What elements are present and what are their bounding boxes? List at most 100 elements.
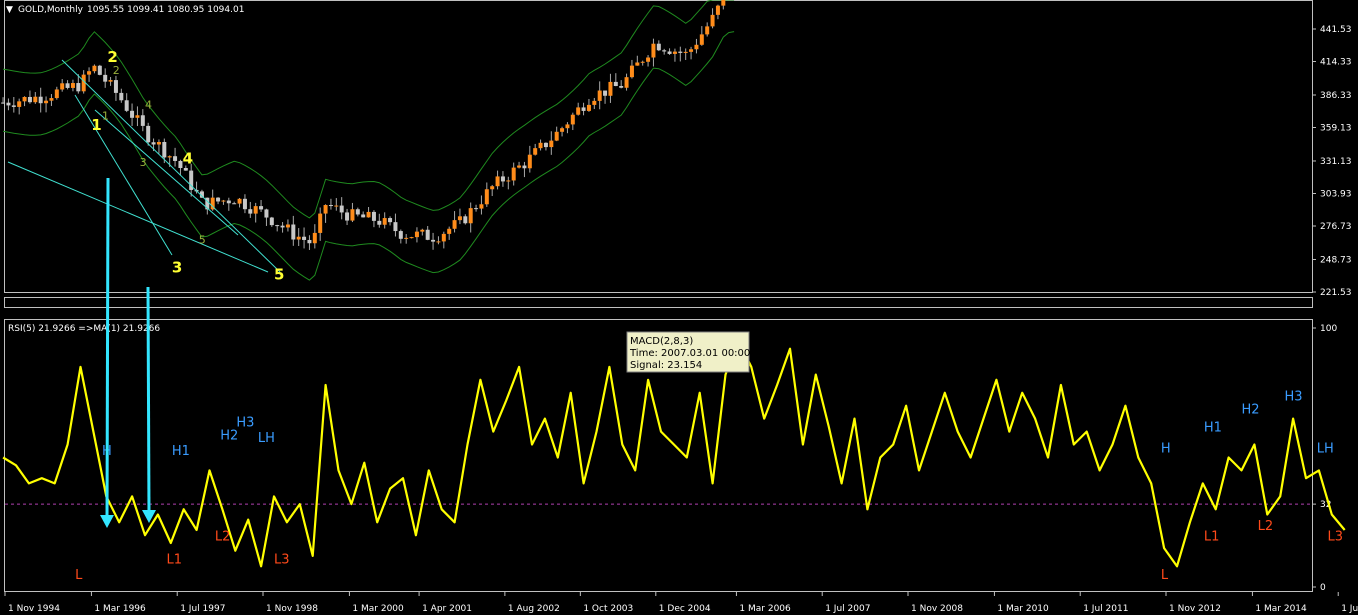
candle-body xyxy=(586,104,591,111)
wave-sublabel: 1 xyxy=(102,109,109,122)
candle-body xyxy=(592,100,597,105)
candle-body xyxy=(560,128,565,132)
rsi-tick-label: 0 xyxy=(1320,583,1326,593)
candle-body xyxy=(280,225,285,228)
rsi-indicator-label: RSI(5) 21.9266 =>MA(1) 21.9266 xyxy=(8,324,160,334)
candle-body xyxy=(527,154,532,169)
candle-body xyxy=(409,237,414,239)
price-tick-label: 386.33 xyxy=(1320,91,1352,101)
candle-body xyxy=(232,203,237,205)
rsi-low-label: L2 xyxy=(215,529,231,544)
dropdown-arrow-icon[interactable]: ▼ xyxy=(6,5,13,15)
candle-body xyxy=(237,198,242,204)
candle-body xyxy=(576,107,581,115)
time-tick-label: 1 Oct 2003 xyxy=(583,604,633,614)
rsi-low-label: L3 xyxy=(1327,529,1343,544)
candle-body xyxy=(624,77,629,88)
candle-body xyxy=(345,212,350,221)
candle-body xyxy=(699,34,704,45)
candle-body xyxy=(656,43,661,51)
time-tick-label: 1 Mar 2010 xyxy=(997,604,1049,614)
rsi-low-label: L2 xyxy=(1258,519,1274,534)
candle-body xyxy=(103,74,108,82)
rsi-low-label: L xyxy=(1161,568,1169,583)
candle-body xyxy=(382,218,387,225)
time-tick-label: 1 Jul 2015 xyxy=(1341,604,1358,614)
candle-body xyxy=(441,233,446,242)
candle-body xyxy=(70,83,75,88)
wave-label: 5 xyxy=(274,265,284,283)
time-tick-label: 1 Apr 2001 xyxy=(422,604,472,614)
candle-body xyxy=(323,205,328,214)
candle-body xyxy=(285,224,290,228)
divergence-arrows xyxy=(100,177,156,528)
time-tick-label: 1 Mar 2006 xyxy=(739,604,791,614)
rsi-low-label: L3 xyxy=(274,553,290,568)
candle-body xyxy=(565,124,570,129)
time-tick-label: 1 Mar 1996 xyxy=(94,604,146,614)
candle-body xyxy=(124,100,129,111)
rsi-high-label: H2 xyxy=(220,428,238,443)
candle-body xyxy=(715,5,720,15)
wave-label: 4 xyxy=(183,150,193,168)
candle-body xyxy=(361,214,366,218)
candle-body xyxy=(11,105,16,107)
price-tick-label: 303.93 xyxy=(1320,189,1352,199)
price-tick-label: 276.73 xyxy=(1320,222,1352,232)
trendline xyxy=(74,94,173,256)
time-axis: 1 Nov 1994 1 Mar 1996 1 Jul 1997 1 Nov 1998… xyxy=(4,592,1358,614)
price-axis: 441.53 414.33 386.33 359.13 331.13 303.93 276.… xyxy=(1312,25,1352,298)
rsi-line xyxy=(2,339,1346,568)
candle-body xyxy=(221,200,226,202)
candle-body xyxy=(468,208,473,224)
trendline xyxy=(61,59,281,273)
rsi-low-label: L1 xyxy=(166,553,182,568)
candle-body xyxy=(554,131,559,141)
candle-body xyxy=(431,239,436,242)
arrow-wave3-line xyxy=(105,177,110,521)
time-tick-label: 1 Jul 2007 xyxy=(825,604,870,614)
candle-body xyxy=(33,96,38,103)
time-tick-label: 1 Dec 2004 xyxy=(659,604,711,614)
rsi-high-label: H3 xyxy=(1284,390,1302,405)
candle-body xyxy=(312,232,317,244)
candle-body xyxy=(242,198,247,210)
candle-body xyxy=(635,62,640,66)
time-tick-label: 1 Jul 1997 xyxy=(180,604,225,614)
candle-body xyxy=(683,51,688,53)
candle-body xyxy=(646,57,651,62)
candle-body xyxy=(6,102,11,106)
wave-sublabel: 4 xyxy=(145,99,152,112)
candle-body xyxy=(398,231,403,239)
candle-body xyxy=(371,211,376,221)
candle-body xyxy=(291,224,296,240)
wave-sublabel: 5 xyxy=(199,234,206,247)
candle-body xyxy=(581,107,586,111)
candle-body xyxy=(167,156,172,158)
candle-body xyxy=(463,216,468,224)
candle-body xyxy=(49,98,54,101)
candle-body xyxy=(689,49,694,52)
candle-body xyxy=(307,239,312,244)
candle-body xyxy=(393,222,398,232)
rsi-high-label: H1 xyxy=(1204,421,1222,436)
bollinger-bands xyxy=(3,0,735,281)
candle-body xyxy=(275,225,280,227)
candle-body xyxy=(130,110,135,118)
arrow-wave3b-line xyxy=(146,286,151,515)
candle-body xyxy=(76,83,81,92)
tooltip-line1: MACD(2,8,3) xyxy=(630,336,693,347)
candle-body xyxy=(651,43,656,58)
candle-body xyxy=(135,115,140,118)
candle-body xyxy=(517,165,522,168)
candle-body xyxy=(1,102,6,104)
candle-body xyxy=(151,142,156,145)
rsi-high-label: H2 xyxy=(1241,402,1259,417)
time-tick-label: 1 Mar 2000 xyxy=(352,604,404,614)
candle-body xyxy=(226,200,231,204)
candle-body xyxy=(538,142,543,149)
candle-body xyxy=(495,176,500,187)
candle-body xyxy=(613,81,618,87)
candle-body xyxy=(156,141,161,145)
candle-body xyxy=(87,71,92,75)
